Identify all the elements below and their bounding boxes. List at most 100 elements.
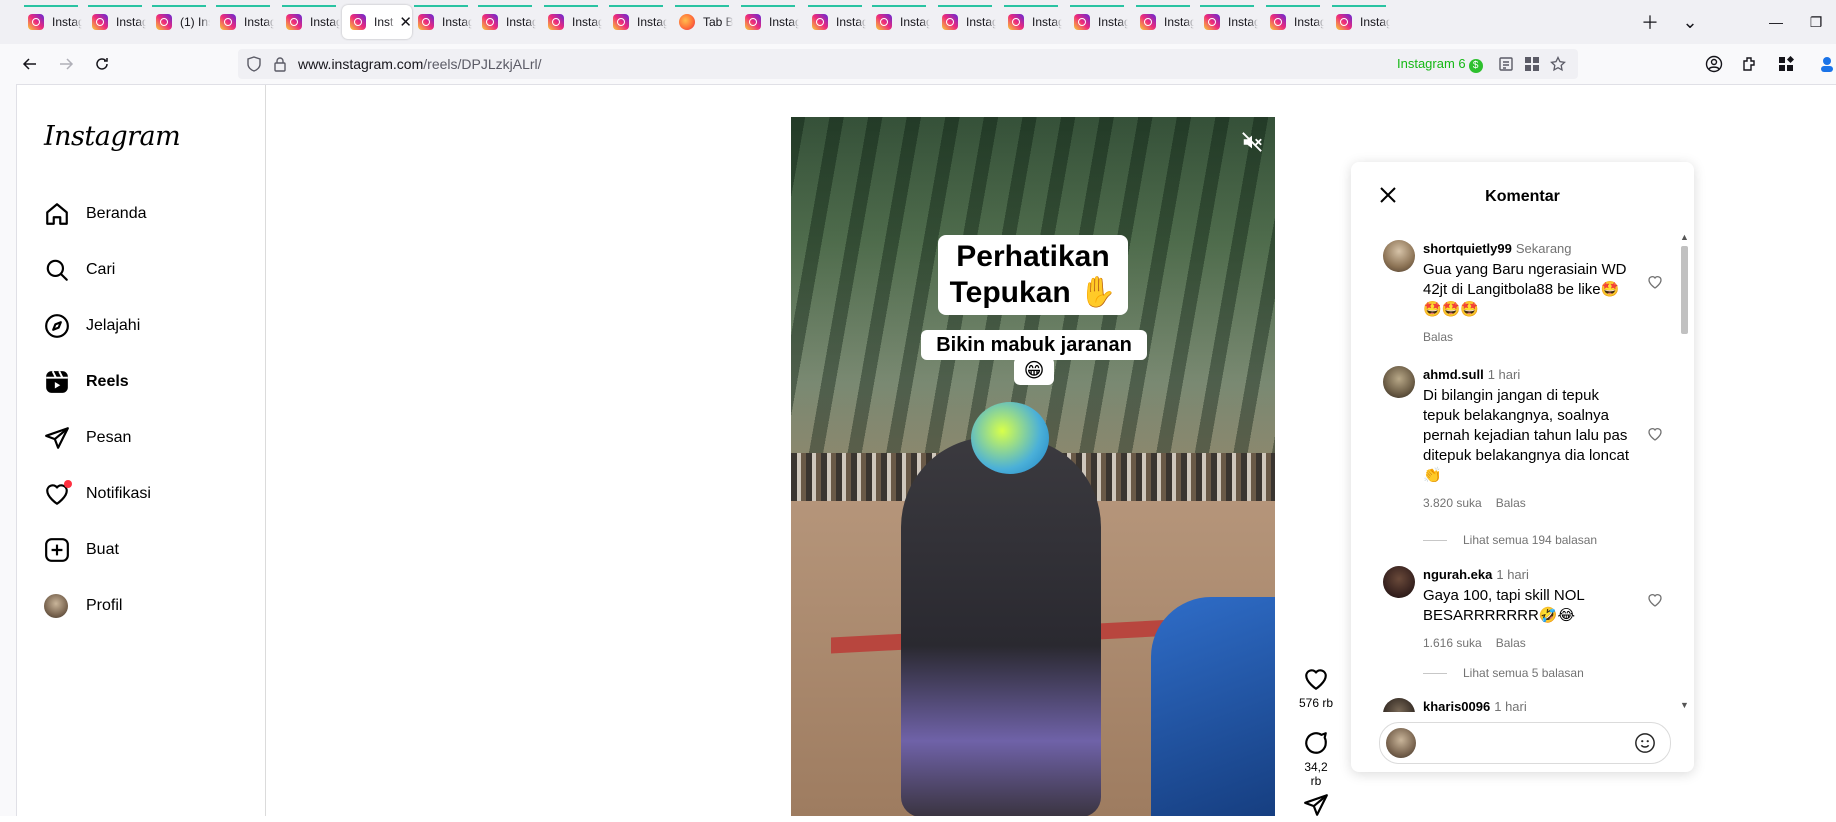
browser-tab[interactable]: Tab Baru bbox=[671, 5, 733, 39]
instagram-icon bbox=[876, 14, 892, 30]
mute-icon[interactable] bbox=[1241, 131, 1263, 153]
browser-tab[interactable]: Instagram bbox=[1000, 5, 1062, 39]
reply-button[interactable]: Balas bbox=[1496, 636, 1526, 650]
avatar[interactable] bbox=[1383, 698, 1415, 712]
bookmark-star-icon[interactable] bbox=[1548, 54, 1568, 74]
browser-tab[interactable]: Instagram bbox=[278, 5, 340, 39]
sidebar-item-beranda[interactable]: Beranda bbox=[44, 194, 244, 234]
sidebar-item-jelajahi[interactable]: Jelajahi bbox=[44, 306, 244, 346]
comment-like-count[interactable]: 1.616 suka bbox=[1423, 636, 1482, 650]
avatar[interactable] bbox=[1383, 240, 1415, 272]
instagram-logo[interactable]: Instagram bbox=[44, 121, 181, 152]
like-comment-heart-icon[interactable] bbox=[1647, 274, 1663, 290]
view-replies-button[interactable]: Lihat semua 5 balasan bbox=[1423, 666, 1584, 680]
grid-extension-icon[interactable] bbox=[1522, 54, 1542, 74]
reply-button[interactable]: Balas bbox=[1423, 330, 1453, 344]
back-button[interactable] bbox=[18, 52, 42, 76]
comment-username[interactable]: ngurah.eka bbox=[1423, 567, 1492, 582]
browser-tab[interactable]: Instagram bbox=[410, 5, 472, 39]
instagram-icon bbox=[745, 14, 761, 30]
browser-tab[interactable]: Instagram bbox=[540, 5, 602, 39]
browser-tab[interactable]: Inst ✕ bbox=[342, 5, 412, 39]
apps-menu-icon[interactable] bbox=[1774, 52, 1798, 76]
view-replies-button[interactable]: Lihat semua 194 balasan bbox=[1423, 533, 1597, 547]
sidebar-item-notifikasi[interactable]: Notifikasi bbox=[44, 474, 244, 514]
comment-time[interactable]: 1 hari bbox=[1496, 567, 1529, 582]
browser-tab[interactable]: Instagram bbox=[1196, 5, 1258, 39]
list-all-tabs-button[interactable]: ⌄ bbox=[1676, 8, 1704, 36]
like-comment-heart-icon[interactable] bbox=[1647, 426, 1663, 442]
tab-indicator bbox=[1004, 5, 1058, 7]
emoji-icon[interactable] bbox=[1634, 732, 1656, 754]
tracking-protection-shield-icon[interactable] bbox=[244, 54, 264, 74]
browser-tab[interactable]: Instagram bbox=[474, 5, 536, 39]
browser-tab[interactable]: Instagram bbox=[1066, 5, 1128, 39]
comment-button[interactable]: 34,2 rb bbox=[1298, 730, 1334, 788]
url-bar[interactable]: www.instagram.com/reels/DPJLzkjALrl/ Ins… bbox=[238, 49, 1578, 79]
lock-icon[interactable] bbox=[270, 54, 290, 74]
scrollbar-thumb[interactable] bbox=[1681, 246, 1688, 334]
restore-window-button[interactable]: ❐ bbox=[1802, 8, 1830, 36]
comments-list[interactable]: shortquietly99 Sekarang Gua yang Baru nge… bbox=[1351, 240, 1681, 712]
minimize-window-button[interactable]: — bbox=[1762, 8, 1790, 36]
browser-tab[interactable]: Instagram bbox=[737, 5, 799, 39]
instagram-sidebar: Instagram Beranda Cari Jelajahi Reels Pe… bbox=[17, 85, 266, 816]
forward-button[interactable] bbox=[54, 52, 78, 76]
avatar[interactable] bbox=[1383, 566, 1415, 598]
browser-tab[interactable]: Instagram bbox=[605, 5, 667, 39]
browser-tab[interactable]: Instagram bbox=[1132, 5, 1194, 39]
browser-tab[interactable]: Instagram bbox=[868, 5, 930, 39]
sidebar-item-reels[interactable]: Reels bbox=[44, 362, 244, 402]
browser-tab[interactable]: Instagram bbox=[1262, 5, 1324, 39]
extension-badge-label: Instagram 6 bbox=[1397, 56, 1466, 71]
comment-like-count[interactable]: 3.820 suka bbox=[1423, 496, 1482, 510]
browser-tab[interactable]: Instagram bbox=[212, 5, 274, 39]
comments-scrollbar[interactable]: ▲ ▼ bbox=[1678, 232, 1690, 712]
comment-time[interactable]: 1 hari bbox=[1488, 367, 1521, 382]
comment-username[interactable]: shortquietly99 bbox=[1423, 241, 1512, 256]
sidebar-item-profil[interactable]: Profil bbox=[44, 586, 244, 626]
reader-view-icon[interactable] bbox=[1496, 54, 1516, 74]
tab-indicator bbox=[609, 5, 663, 7]
reload-button[interactable] bbox=[90, 52, 114, 76]
comment-text: Di bilangin jangan di tepuk tepuk belaka… bbox=[1423, 387, 1629, 484]
reply-button[interactable]: Balas bbox=[1496, 496, 1526, 510]
browser-tab[interactable]: Instagram bbox=[1328, 5, 1390, 39]
avatar[interactable] bbox=[1383, 366, 1415, 398]
back-arrow-icon bbox=[22, 58, 36, 70]
comment-time[interactable]: 1 hari bbox=[1494, 699, 1527, 712]
comment-username[interactable]: ahmd.sull bbox=[1423, 367, 1484, 382]
tab-title: Instagram bbox=[1228, 15, 1258, 29]
send-icon bbox=[1304, 794, 1328, 816]
profile-extension-icon[interactable] bbox=[1818, 52, 1836, 76]
scroll-down-arrow-icon[interactable]: ▼ bbox=[1680, 700, 1689, 710]
tab-indicator bbox=[675, 5, 729, 7]
new-tab-button[interactable]: ＋ bbox=[1636, 8, 1664, 36]
browser-tab[interactable]: Instagram bbox=[934, 5, 996, 39]
sidebar-item-label: Profil bbox=[86, 597, 123, 614]
tab-title: Instagram bbox=[836, 15, 866, 29]
scroll-up-arrow-icon[interactable]: ▲ bbox=[1680, 232, 1689, 242]
reel-video[interactable]: Perhatikan Tepukan ✋ Bikin mabuk jaranan… bbox=[791, 117, 1275, 816]
like-button[interactable]: 576 rb bbox=[1298, 666, 1334, 710]
instagram-icon bbox=[812, 14, 828, 30]
view-replies-label: Lihat semua 194 balasan bbox=[1463, 533, 1598, 547]
like-comment-heart-icon[interactable] bbox=[1647, 592, 1663, 608]
comment-time[interactable]: Sekarang bbox=[1516, 241, 1572, 256]
tab-indicator bbox=[1136, 5, 1190, 7]
browser-tab[interactable]: (1) Instagram bbox=[148, 5, 210, 39]
url-text[interactable]: www.instagram.com/reels/DPJLzkjALrl/ bbox=[298, 56, 542, 72]
account-icon[interactable] bbox=[1702, 52, 1726, 76]
browser-tab[interactable]: Instagram bbox=[804, 5, 866, 39]
sidebar-item-pesan[interactable]: Pesan bbox=[44, 418, 244, 458]
share-button[interactable] bbox=[1298, 792, 1334, 822]
browser-tab[interactable]: Instagram bbox=[20, 5, 82, 39]
comment-input[interactable] bbox=[1424, 731, 1628, 755]
sidebar-item-cari[interactable]: Cari bbox=[44, 250, 244, 290]
comment-username[interactable]: kharis0096 bbox=[1423, 699, 1490, 712]
browser-tab[interactable]: Instagram bbox=[84, 5, 146, 39]
instagram-extension-badge[interactable]: Instagram 6 $ bbox=[1397, 56, 1483, 73]
sidebar-item-buat[interactable]: Buat bbox=[44, 530, 244, 570]
sidebar-item-label: Jelajahi bbox=[86, 317, 141, 334]
extensions-puzzle-icon[interactable] bbox=[1738, 52, 1762, 76]
